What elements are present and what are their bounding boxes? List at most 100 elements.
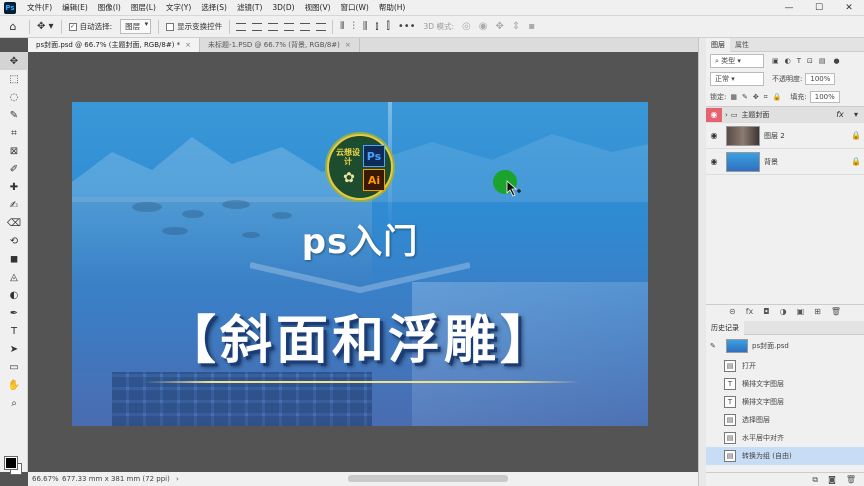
align-right-icon[interactable] (316, 22, 327, 31)
hand-tool-icon[interactable]: ✋ (0, 376, 28, 394)
lock-icons[interactable]: ▦✎✥⌗🔒 (730, 93, 786, 102)
tab-history[interactable]: 历史记录 (706, 320, 744, 335)
menu-filter[interactable]: 滤镜(T) (232, 2, 267, 13)
menu-type[interactable]: 文字(Y) (161, 2, 196, 13)
history-item[interactable]: ▤ 打开 (706, 357, 864, 375)
link-layers-icon[interactable]: ⊝ (729, 307, 736, 316)
tab-untitled[interactable]: 未标题-1.PSD @ 66.7% (背景, RGB/8#) × (200, 38, 360, 52)
foreground-color-swatch[interactable] (4, 456, 18, 470)
fx-badge[interactable]: fx (832, 110, 848, 119)
lasso-tool-icon[interactable]: ◌ (0, 88, 28, 106)
tab-properties[interactable]: 属性 (730, 40, 754, 50)
layer-row-background[interactable]: ◉ 背景 🔒 (706, 149, 864, 175)
fill-input[interactable]: 100% (809, 91, 840, 103)
marquee-tool-icon[interactable]: ⬚ (0, 70, 28, 88)
eye-icon[interactable]: ◉ (706, 157, 722, 166)
tab-ps-cover[interactable]: ps封面.psd @ 66.7% (主题封面, RGB/8#) * × (28, 38, 201, 52)
horizontal-scrollbar[interactable] (348, 475, 508, 482)
history-brush-tool-icon[interactable]: ⟲ (0, 232, 28, 250)
distribute-icon[interactable]: ⫼ (359, 21, 372, 32)
fx-icon[interactable]: fx (746, 307, 754, 316)
menu-select[interactable]: 选择(S) (196, 2, 232, 13)
dodge-tool-icon[interactable]: ◐ (0, 286, 28, 304)
close-button[interactable]: ✕ (834, 0, 864, 16)
align-vcenter-icon[interactable] (252, 22, 263, 31)
auto-select-dropdown[interactable]: 图层 (116, 16, 155, 38)
zoom-level[interactable]: 66.67% (28, 475, 59, 483)
type-tool-icon[interactable]: T (0, 322, 28, 340)
brush-tool-icon[interactable]: ✍ (0, 196, 28, 214)
3d-orbit-icon[interactable]: ◎ (458, 21, 475, 32)
3d-slide-icon[interactable]: ⇕ (508, 21, 524, 32)
move-tool-preset-icon[interactable]: ✥ ▾ (33, 16, 58, 38)
history-item[interactable]: T 横排文字图层 (706, 393, 864, 411)
3d-pan-icon[interactable]: ✥ (491, 21, 507, 32)
history-snapshot[interactable]: ✎ ps封面.psd (706, 335, 864, 357)
3d-scale-icon[interactable]: ▪ (524, 21, 539, 32)
eye-icon[interactable]: ◉ (706, 107, 722, 122)
frame-tool-icon[interactable]: ⊠ (0, 142, 28, 160)
history-item[interactable]: ▤ 选择图层 (706, 411, 864, 429)
new-document-icon[interactable]: ⧉ (812, 475, 818, 485)
filter-icons[interactable]: ▣◐T⊡▤ (772, 57, 831, 65)
blend-mode-dropdown[interactable]: 正常 ▾ (710, 72, 764, 86)
menu-view[interactable]: 视图(V) (300, 2, 336, 13)
eye-icon[interactable]: ◉ (706, 131, 722, 140)
menu-help[interactable]: 帮助(H) (374, 2, 411, 13)
history-item-current[interactable]: ▤ 转换为组 (自由) (706, 447, 864, 465)
home-icon[interactable]: ⌂ (0, 16, 26, 38)
auto-select-checkbox[interactable]: ✓ 自动选择: (65, 16, 117, 38)
menu-3d[interactable]: 3D(D) (267, 3, 299, 12)
move-tool-icon[interactable]: ✥ (0, 52, 28, 70)
trash-icon[interactable]: 🗑 (831, 307, 841, 316)
close-icon[interactable]: × (185, 41, 191, 49)
chevron-down-icon[interactable]: ▾ (848, 110, 864, 119)
zoom-tool-icon[interactable]: ⌕ (0, 394, 28, 412)
distribute-icon[interactable]: ⫶ (348, 21, 359, 32)
quick-select-tool-icon[interactable]: ✎ (0, 106, 28, 124)
layer-filter-dropdown[interactable]: ⌕ 类型 ▾ (710, 54, 764, 68)
adjustment-icon[interactable]: ◑ (780, 307, 787, 316)
distribute-icon[interactable]: ⫴ (336, 21, 348, 32)
menu-window[interactable]: 窗口(W) (336, 2, 374, 13)
history-item[interactable]: ▤ 水平居中对齐 (706, 429, 864, 447)
close-icon[interactable]: × (345, 41, 351, 49)
tab-layers[interactable]: 图层 (706, 37, 730, 52)
document-canvas[interactable]: 云想设计 ✿ Ps Ai ps入门 【斜面和浮雕】 (72, 102, 648, 426)
mask-icon[interactable]: ◘ (763, 307, 769, 316)
distribute-icon[interactable]: ⫿ (383, 21, 394, 32)
align-top-icon[interactable] (236, 22, 247, 31)
show-transform-checkbox[interactable]: 显示变换控件 (162, 16, 226, 38)
align-bottom-icon[interactable] (268, 22, 279, 31)
layer-row-image[interactable]: ◉ 图层 2 🔒 (706, 123, 864, 149)
opacity-input[interactable]: 100% (805, 73, 836, 85)
layer-row-group[interactable]: ◉ › ▭ 主题封面 fx ▾ (706, 107, 864, 123)
history-item[interactable]: T 横排文字图层 (706, 375, 864, 393)
eraser-tool-icon[interactable]: ⌫ (0, 214, 28, 232)
gradient-tool-icon[interactable]: ◼ (0, 250, 28, 268)
more-options-button[interactable]: ••• (394, 21, 420, 32)
healing-tool-icon[interactable]: ✚ (0, 178, 28, 196)
minimize-button[interactable]: — (774, 0, 804, 16)
panel-collapse-strip[interactable] (698, 38, 706, 486)
group-icon[interactable]: ▣ (797, 307, 805, 316)
canvas-area[interactable]: 云想设计 ✿ Ps Ai ps入门 【斜面和浮雕】 (28, 52, 698, 472)
menu-edit[interactable]: 编辑(E) (57, 2, 93, 13)
menu-layer[interactable]: 图层(L) (126, 2, 161, 13)
maximize-button[interactable]: ☐ (804, 0, 834, 16)
crop-tool-icon[interactable]: ⌗ (0, 124, 28, 142)
align-hcenter-icon[interactable] (300, 22, 311, 31)
path-select-tool-icon[interactable]: ➤ (0, 340, 28, 358)
pen-tool-icon[interactable]: ✒ (0, 304, 28, 322)
3d-roll-icon[interactable]: ◉ (475, 21, 492, 32)
filter-toggle-icon[interactable]: ● (833, 57, 839, 65)
new-layer-icon[interactable]: ⊞ (814, 307, 821, 316)
chevron-right-icon[interactable]: › (176, 475, 179, 483)
chevron-right-icon[interactable]: › (725, 111, 728, 119)
menu-file[interactable]: 文件(F) (22, 2, 57, 13)
trash-icon[interactable]: 🗑 (846, 475, 856, 484)
menu-image[interactable]: 图像(I) (93, 2, 126, 13)
history-brush-icon[interactable]: ✎ (710, 342, 720, 350)
camera-icon[interactable]: ◙ (828, 475, 836, 484)
distribute-icon[interactable]: ⫾ (371, 21, 382, 32)
